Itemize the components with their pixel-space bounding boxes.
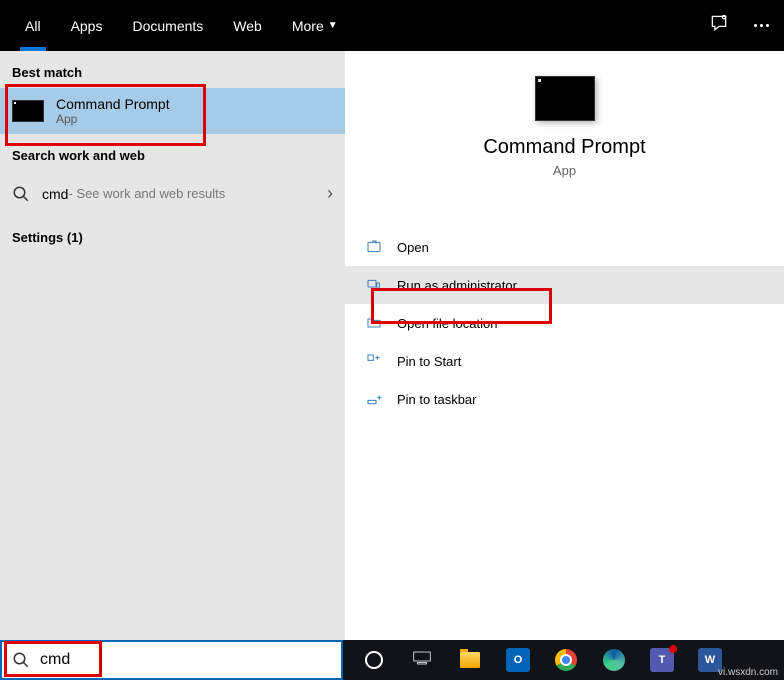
best-match-header: Best match [0, 51, 345, 88]
chrome-icon [555, 649, 577, 671]
action-pin-taskbar[interactable]: Pin to taskbar [345, 380, 784, 418]
search-filter-tabs: All Apps Documents Web More▼ [0, 0, 784, 51]
task-view-icon [413, 651, 431, 670]
outlook-button[interactable]: O [495, 640, 541, 680]
action-label: Pin to Start [397, 354, 461, 369]
task-view-button[interactable] [399, 640, 445, 680]
search-icon [12, 651, 30, 669]
cmd-app-icon [12, 100, 44, 122]
preview-subtitle: App [345, 163, 784, 178]
folder-icon [460, 652, 480, 668]
action-file-location[interactable]: Open file location [345, 304, 784, 342]
edge-button[interactable] [591, 640, 637, 680]
chevron-down-icon: ▼ [328, 20, 338, 31]
action-pin-start[interactable]: Pin to Start [345, 342, 784, 380]
action-label: Run as administrator [397, 278, 517, 293]
action-label: Open file location [397, 316, 497, 331]
folder-icon [365, 314, 383, 332]
tab-apps[interactable]: Apps [56, 0, 118, 51]
cortana-icon [365, 651, 383, 669]
admin-shield-icon [365, 276, 383, 294]
tab-web[interactable]: Web [218, 0, 277, 51]
settings-header[interactable]: Settings (1) [0, 216, 345, 253]
search-web-header: Search work and web [0, 134, 345, 171]
action-run-admin[interactable]: Run as administrator [345, 266, 784, 304]
result-title: Command Prompt [56, 96, 170, 112]
search-hint: - See work and web results [68, 186, 225, 201]
taskbar-search[interactable] [0, 640, 343, 680]
chrome-button[interactable] [543, 640, 589, 680]
search-input[interactable] [40, 651, 331, 669]
feedback-icon[interactable] [709, 13, 729, 38]
open-icon [365, 238, 383, 256]
taskbar: O T W [0, 640, 784, 680]
search-term: cmd [42, 186, 68, 202]
action-label: Open [397, 240, 429, 255]
tab-all[interactable]: All [10, 0, 56, 51]
chevron-right-icon: › [327, 183, 333, 204]
pin-taskbar-icon [365, 390, 383, 408]
result-subtitle: App [56, 112, 170, 126]
tab-more[interactable]: More▼ [277, 0, 353, 51]
app-preview-icon [535, 76, 595, 121]
web-search-item[interactable]: cmd - See work and web results › [0, 171, 345, 216]
outlook-icon: O [506, 648, 530, 672]
preview-panel: Command Prompt App Open Run as administr… [345, 51, 784, 640]
results-panel: Best match Command Prompt App Search wor… [0, 51, 345, 640]
cortana-button[interactable] [351, 640, 397, 680]
tab-documents[interactable]: Documents [117, 0, 218, 51]
teams-button[interactable]: T [639, 640, 685, 680]
edge-icon [603, 649, 625, 671]
teams-icon: T [650, 648, 674, 672]
pin-start-icon [365, 352, 383, 370]
preview-title: Command Prompt [345, 136, 784, 159]
search-icon [12, 185, 30, 203]
more-options-icon[interactable] [754, 24, 769, 27]
best-match-result[interactable]: Command Prompt App [0, 88, 345, 134]
action-open[interactable]: Open [345, 228, 784, 266]
file-explorer-button[interactable] [447, 640, 493, 680]
watermark: vi.wsxdn.com [718, 667, 778, 678]
action-label: Pin to taskbar [397, 392, 477, 407]
